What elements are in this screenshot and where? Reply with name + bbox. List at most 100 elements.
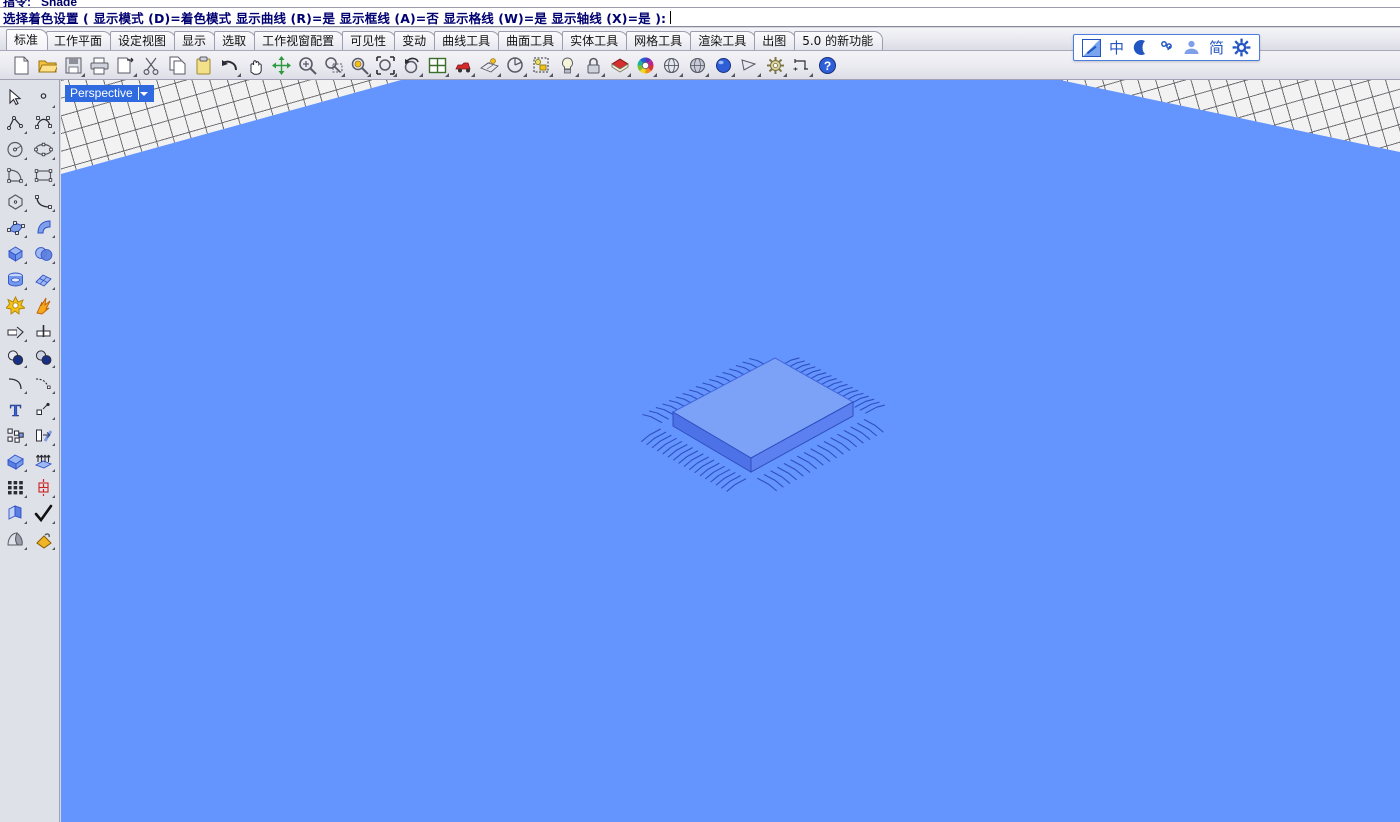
help-icon[interactable]: ? [814, 53, 840, 78]
flyout-corner-icon[interactable] [471, 72, 475, 77]
zoom-extents-icon[interactable] [346, 53, 372, 78]
new-file-icon[interactable] [8, 53, 34, 78]
zoom-window-icon[interactable] [320, 53, 346, 78]
trim-icon[interactable] [1, 318, 29, 344]
flyout-corner-icon[interactable] [52, 417, 55, 420]
flyout-corner-icon[interactable] [24, 339, 27, 342]
mesh-plane-icon[interactable] [29, 266, 57, 292]
box-icon[interactable] [1, 240, 29, 266]
curve-blend-icon[interactable] [29, 188, 57, 214]
tab-2[interactable]: 设定视图 [110, 31, 177, 50]
tab-14[interactable]: 5.0 的新功能 [794, 31, 884, 50]
rendered-sphere-icon[interactable] [710, 53, 736, 78]
select-arrow-icon[interactable] [1, 84, 29, 110]
array-grid-icon[interactable] [1, 474, 29, 500]
flyout-corner-icon[interactable] [24, 183, 27, 186]
flyout-corner-icon[interactable] [52, 547, 55, 550]
punctuation-icon[interactable] [1157, 37, 1176, 58]
tab-13[interactable]: 出图 [754, 31, 797, 50]
render-car-icon[interactable] [450, 53, 476, 78]
control-point-curve-icon[interactable] [29, 110, 57, 136]
simplified-mode-icon[interactable]: 简 [1207, 37, 1226, 58]
light-bulb-icon[interactable] [554, 53, 580, 78]
undo-icon[interactable] [216, 53, 242, 78]
flyout-corner-icon[interactable] [52, 495, 55, 498]
dimension-icon[interactable] [788, 53, 814, 78]
flyout-corner-icon[interactable] [24, 287, 27, 290]
viewport-title-tab[interactable]: Perspective [65, 85, 154, 102]
gear-options-icon[interactable] [762, 53, 788, 78]
point-object-icon[interactable] [29, 396, 57, 422]
flyout-corner-icon[interactable] [497, 72, 501, 77]
flyout-corner-icon[interactable] [52, 391, 55, 394]
rectangle-icon[interactable] [29, 162, 57, 188]
flyout-corner-icon[interactable] [523, 72, 527, 77]
flyout-corner-icon[interactable] [731, 72, 735, 77]
flyout-corner-icon[interactable] [52, 339, 55, 342]
explode-icon[interactable] [1, 292, 29, 318]
tab-0[interactable]: 标准 [6, 29, 49, 50]
ime-settings-gear-icon[interactable] [1232, 37, 1251, 58]
move-cross-icon[interactable] [268, 53, 294, 78]
tab-7[interactable]: 变动 [394, 31, 437, 50]
cut-scissors-icon[interactable] [138, 53, 164, 78]
print-icon[interactable] [86, 53, 112, 78]
flyout-corner-icon[interactable] [133, 72, 137, 77]
flash-icon[interactable] [29, 292, 57, 318]
flyout-corner-icon[interactable] [24, 547, 27, 550]
flyout-corner-icon[interactable] [757, 72, 761, 77]
flyout-corner-icon[interactable] [52, 365, 55, 368]
perspective-viewport[interactable]: Perspective [61, 80, 1400, 822]
ime-logo-icon[interactable] [1082, 37, 1101, 58]
tab-11[interactable]: 网格工具 [626, 31, 693, 50]
tab-12[interactable]: 渲染工具 [690, 31, 757, 50]
flyout-corner-icon[interactable] [393, 72, 397, 77]
color-wheel-icon[interactable] [632, 53, 658, 78]
polygon-icon[interactable] [1, 188, 29, 214]
camera-flag-icon[interactable] [736, 53, 762, 78]
viewport-dropdown-arrow-icon[interactable] [137, 87, 150, 100]
offset-surface-icon[interactable] [1, 500, 29, 526]
flyout-corner-icon[interactable] [52, 443, 55, 446]
surface-from-points-icon[interactable] [1, 214, 29, 240]
flyout-corner-icon[interactable] [783, 72, 787, 77]
chip-model-3d[interactable] [633, 330, 893, 520]
tab-3[interactable]: 显示 [174, 31, 217, 50]
sphere-boolean-icon[interactable] [29, 240, 57, 266]
analyze-circle-icon[interactable] [502, 53, 528, 78]
split-icon[interactable] [29, 318, 57, 344]
check-icon[interactable] [29, 500, 57, 526]
flyout-corner-icon[interactable] [549, 72, 553, 77]
flyout-corner-icon[interactable] [52, 521, 55, 524]
flyout-corner-icon[interactable] [81, 72, 85, 77]
flyout-corner-icon[interactable] [237, 72, 241, 77]
flyout-corner-icon[interactable] [24, 157, 27, 160]
circle-icon[interactable] [1, 136, 29, 162]
flyout-corner-icon[interactable] [809, 72, 813, 77]
user-icon[interactable] [1182, 37, 1201, 58]
ellipse-icon[interactable] [29, 136, 57, 162]
tab-4[interactable]: 选取 [214, 31, 257, 50]
flyout-corner-icon[interactable] [52, 469, 55, 472]
layer-icon[interactable] [606, 53, 632, 78]
chamfer-curve-icon[interactable] [29, 370, 57, 396]
polyline-icon[interactable] [1, 110, 29, 136]
tab-9[interactable]: 曲面工具 [498, 31, 565, 50]
flyout-corner-icon[interactable] [52, 287, 55, 290]
flyout-corner-icon[interactable] [52, 235, 55, 238]
flyout-corner-icon[interactable] [24, 235, 27, 238]
command-prompt-bar[interactable]: 选择着色设置 ( 显示模式 (D)=着色模式 显示曲线 (R)=是 显示框线 (… [0, 8, 1400, 27]
copy-page-icon[interactable] [112, 53, 138, 78]
flyout-corner-icon[interactable] [653, 72, 657, 77]
fillet-curve-icon[interactable] [1, 370, 29, 396]
tab-5[interactable]: 工作视窗配置 [254, 31, 345, 50]
point-icon[interactable] [29, 84, 57, 110]
flyout-corner-icon[interactable] [679, 72, 683, 77]
flyout-corner-icon[interactable] [24, 495, 27, 498]
flyout-corner-icon[interactable] [52, 209, 55, 212]
flyout-corner-icon[interactable] [52, 183, 55, 186]
flyout-corner-icon[interactable] [24, 209, 27, 212]
viewport-four-icon[interactable] [424, 53, 450, 78]
flyout-corner-icon[interactable] [601, 72, 605, 77]
flyout-corner-icon[interactable] [24, 443, 27, 446]
